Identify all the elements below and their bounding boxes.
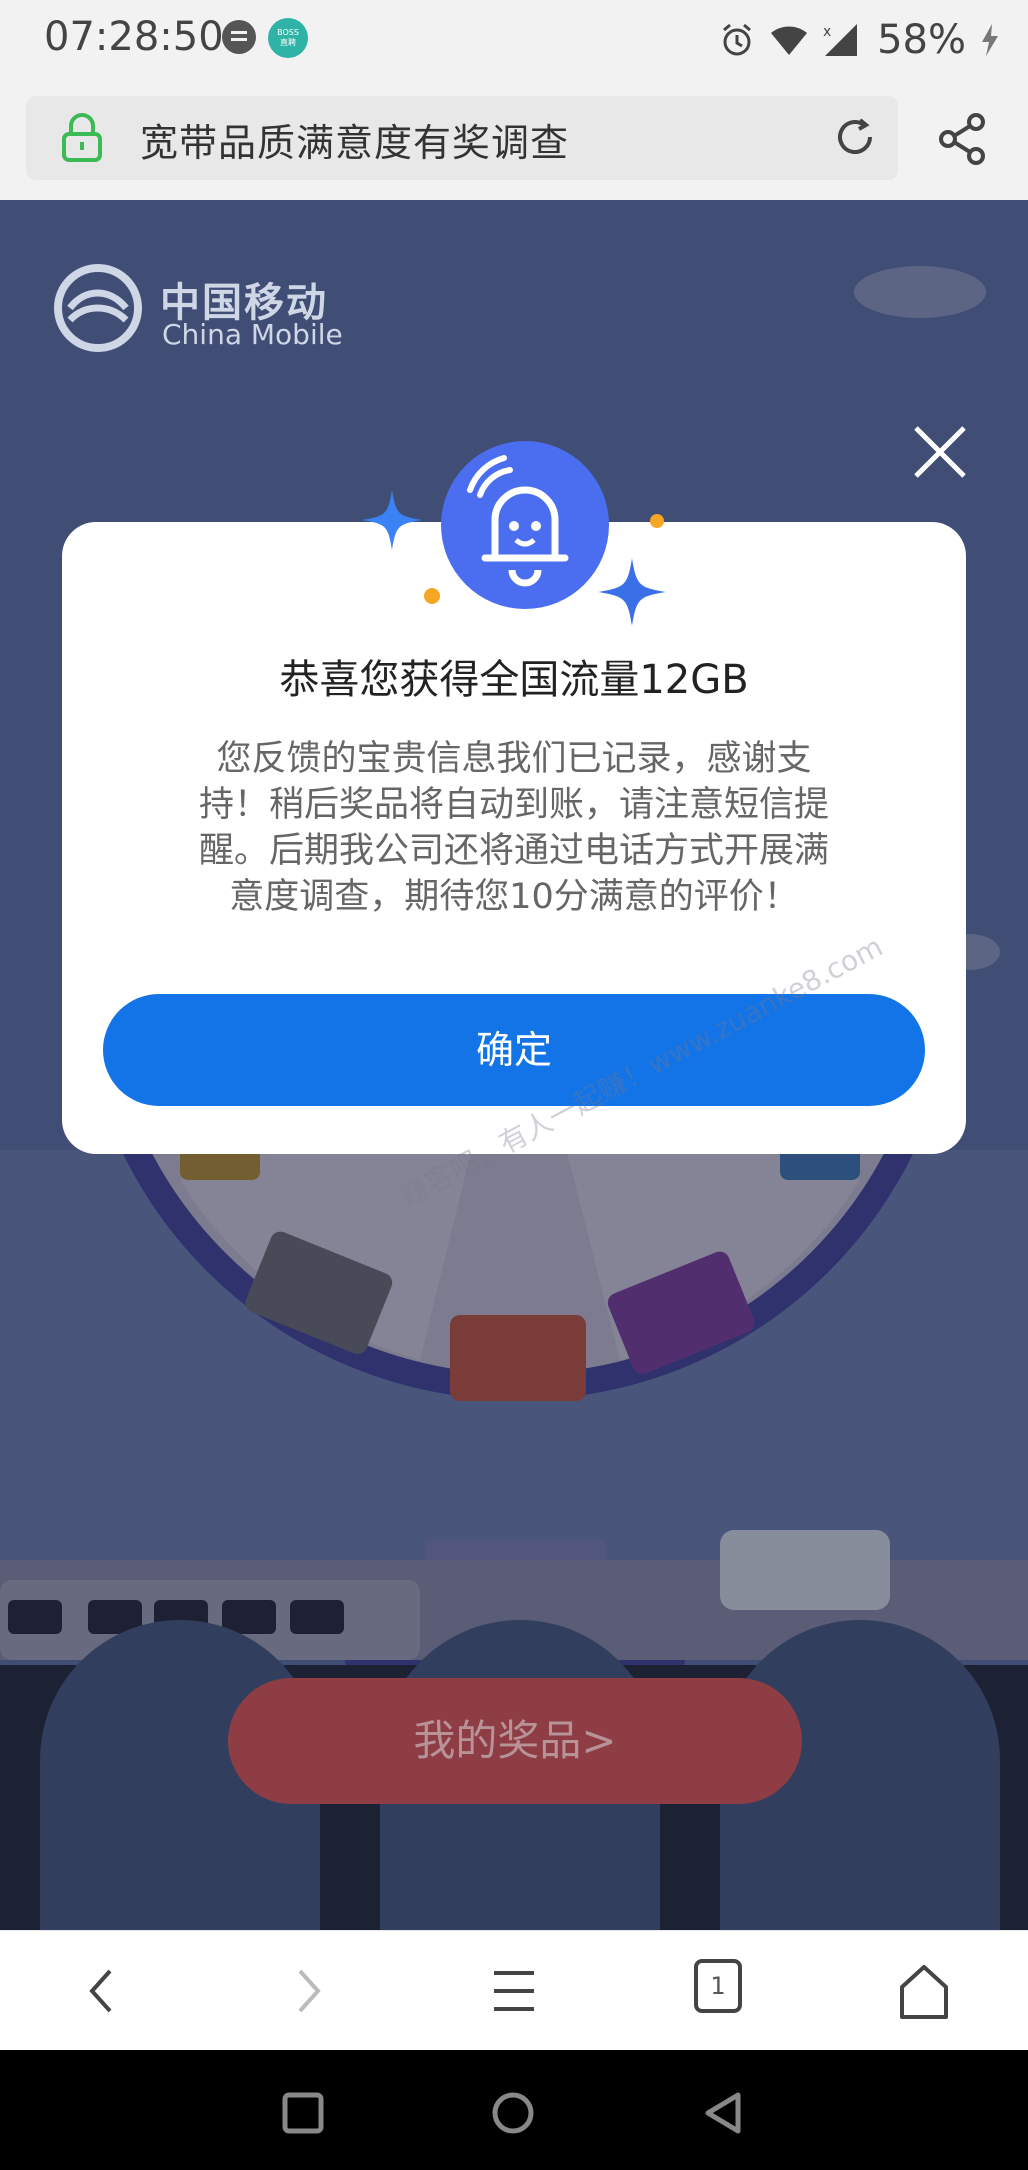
confirm-button[interactable]: 确定 xyxy=(103,994,925,1106)
share-icon[interactable] xyxy=(938,112,988,166)
china-mobile-logo: 中国移动 China Mobile xyxy=(52,262,343,358)
dot-icon xyxy=(424,588,440,604)
reload-icon[interactable] xyxy=(830,112,880,162)
dialog-title: 恭喜您获得全国流量12GB xyxy=(279,657,749,703)
back-icon[interactable] xyxy=(80,1959,120,2023)
tabs-button[interactable]: 1 xyxy=(694,1959,742,2013)
status-time: 07:28:50 xyxy=(44,14,224,60)
alarm-icon xyxy=(723,23,752,56)
url-field[interactable]: 宽带品质满意度有奖调查 xyxy=(26,96,898,180)
lock-icon xyxy=(62,113,102,162)
home-icon[interactable] xyxy=(896,1959,952,2023)
page-title: 宽带品质满意度有奖调查 xyxy=(140,121,570,165)
status-icons: x 58% xyxy=(719,10,1000,70)
forward-icon[interactable] xyxy=(290,1959,330,2023)
dot-icon xyxy=(650,514,664,528)
menu-icon[interactable] xyxy=(490,1959,538,2023)
recent-apps-icon[interactable] xyxy=(280,2090,326,2136)
dialog-message-line: 醒。后期我公司还将通过电话方式开展满 xyxy=(198,831,829,871)
dialog-message: 您反馈的宝贵信息我们已记录，感谢支 持！稍后奖品将自动到账，请注意短信提 醒。后… xyxy=(158,736,870,920)
brand-name-en: China Mobile xyxy=(162,318,343,351)
signal-icon: x xyxy=(823,24,858,56)
address-bar: 宽带品质满意度有奖调查 xyxy=(0,82,1028,200)
dialog-message-line: 意度调查，期待您10分满意的评价！ xyxy=(229,877,799,917)
home-button-icon[interactable] xyxy=(490,2090,536,2136)
browser-toolbar: 1 xyxy=(0,1930,1028,2050)
back-button-icon[interactable] xyxy=(700,2090,746,2136)
bell-icon xyxy=(441,441,609,609)
tab-count: 1 xyxy=(710,1972,726,2000)
dialog-message-line: 持！稍后奖品将自动到账，请注意短信提 xyxy=(198,785,829,825)
wifi-icon xyxy=(771,26,808,55)
battery-text: 58% xyxy=(877,17,966,63)
status-bar: 07:28:50 BOSS 直聘 x 58% xyxy=(0,0,1028,82)
sparkle-icon xyxy=(362,490,422,550)
china-mobile-mark-icon xyxy=(54,264,142,352)
svg-text:x: x xyxy=(823,24,831,40)
boss-app-icon: BOSS 直聘 xyxy=(268,18,308,58)
system-navigation-bar xyxy=(0,2050,1028,2170)
close-icon[interactable] xyxy=(912,424,968,480)
charging-icon xyxy=(982,24,998,56)
chat-notification-icon xyxy=(222,20,256,54)
dialog-message-line: 您反馈的宝贵信息我们已记录，感谢支 xyxy=(216,739,812,779)
prize-dialog: 恭喜您获得全国流量12GB 您反馈的宝贵信息我们已记录，感谢支 持！稍后奖品将自… xyxy=(62,522,966,1154)
my-prizes-button[interactable]: 我的奖品> xyxy=(228,1678,802,1804)
